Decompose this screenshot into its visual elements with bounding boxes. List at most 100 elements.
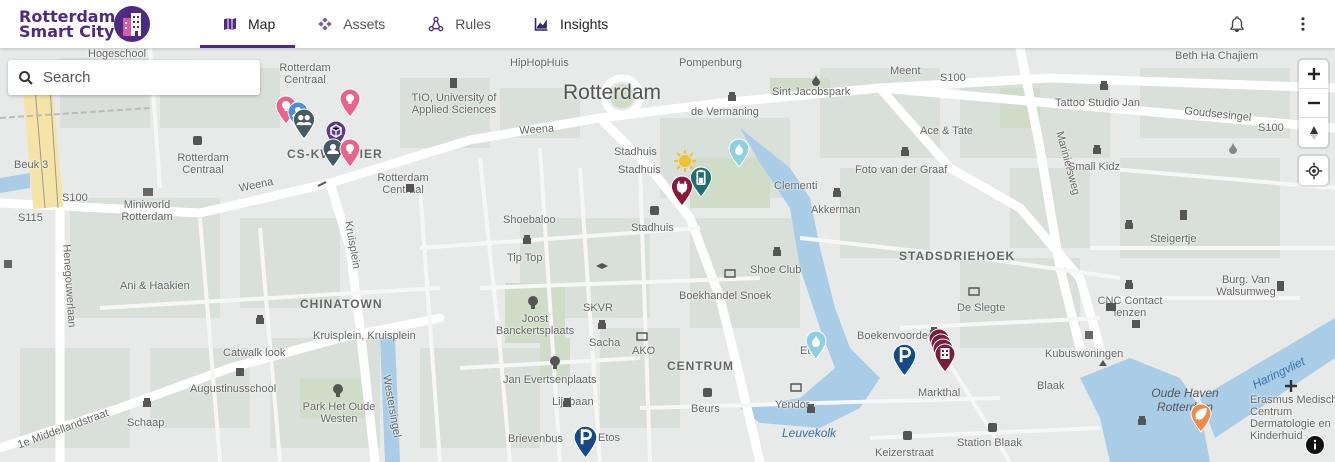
- place-small-kidz: Small Kidz: [1068, 161, 1120, 173]
- place-stadhuis-2: Stadhuis: [618, 164, 661, 176]
- tab-map[interactable]: Map: [200, 0, 296, 48]
- place-boekhandel-snoek: Boekhandel Snoek: [679, 290, 772, 302]
- top-app-bar: Rotterdam Smart City Map Assets Rules In…: [0, 0, 1335, 48]
- info-icon[interactable]: [1305, 435, 1325, 455]
- place-tip-top: Tip Top: [507, 252, 543, 264]
- tab-rules-label: Rules: [455, 16, 492, 32]
- place-stadhuis-3: Stadhuis: [631, 222, 674, 234]
- place-rotterdam-centraal-3: Rotterdam Centraal: [377, 172, 429, 196]
- place-hogeschool: Hogeschool: [88, 48, 147, 60]
- marker-building-icon[interactable]: [926, 329, 956, 375]
- tab-insights-label: Insights: [560, 16, 609, 32]
- place-clementi: Clementi: [774, 180, 818, 192]
- place-foto-van-der-graaf: Foto van der Graaf: [855, 164, 948, 176]
- search-icon: [19, 70, 33, 85]
- place-kruisplein-kruisplein: Kruisplein, Kruisplein: [313, 330, 416, 342]
- place-markthal: Markthal: [918, 387, 961, 399]
- place-oude-haven-rotterdam: Oude Haven Rotterdam: [1151, 386, 1219, 414]
- route-s100-3: S100: [1258, 122, 1284, 134]
- district-stadsdriehoek: STADSDRIEHOEK: [899, 249, 1016, 263]
- place-miniworld-rotterdam: Miniworld Rotterdam: [121, 199, 173, 223]
- search-input[interactable]: [43, 69, 243, 86]
- place-sint-jacobspark: Sint Jacobspark: [772, 86, 851, 98]
- place-stadhuis-1: Stadhuis: [614, 146, 657, 158]
- place-yendor: Yendor: [775, 399, 810, 411]
- place-jan-evertsenplaats: Jan Evertsenplaats: [503, 374, 597, 386]
- compass-icon[interactable]: [1299, 118, 1328, 147]
- place-akkerman: Akkerman: [811, 204, 861, 216]
- logo-text: Rotterdam Smart City: [19, 9, 115, 41]
- place-pompenburg: Pompenburg: [679, 57, 742, 69]
- app-root: Rotterdam Smart City Map Assets Rules In…: [0, 0, 1335, 462]
- place-skvr: SKVR: [583, 302, 613, 314]
- marker-water-drop-icon[interactable]: [728, 138, 750, 168]
- place-rotterdam-centraal-1: Rotterdam Centraal: [279, 62, 331, 86]
- search-box: [8, 60, 260, 95]
- place-kubuswoningen: Kubuswoningen: [1045, 348, 1124, 360]
- logo-line-2: Smart City: [19, 22, 115, 41]
- header-actions: [1225, 12, 1315, 36]
- tab-assets-label: Assets: [343, 16, 386, 32]
- marker-group-icon[interactable]: [292, 108, 316, 140]
- map-base-layer: [0, 48, 1335, 462]
- place-tio-university: TIO, University of Applied Sciences: [411, 92, 497, 116]
- place-boekenvoordeel: Boekenvoordeel: [857, 330, 937, 342]
- place-catwalk-look: Catwalk look: [223, 347, 286, 359]
- place-de-slegte: De Slegte: [957, 302, 1006, 314]
- marker-lightbulb-icon[interactable]: [339, 138, 361, 168]
- marker-battery-icon[interactable]: [689, 166, 713, 198]
- app-logo[interactable]: Rotterdam Smart City: [19, 6, 159, 44]
- place-beth-ha-chajiem: Beth Ha Chajiem: [1175, 50, 1259, 62]
- place-lijnbaan: Lijnbaan: [552, 396, 594, 408]
- map-canvas[interactable]: Rotterdam CS-KWARTIER CHINATOWN CENTRUM …: [0, 48, 1335, 462]
- tab-map-label: Map: [248, 16, 276, 32]
- place-shoebaloo: Shoebaloo: [503, 214, 556, 226]
- marker-lightbulb-icon[interactable]: [339, 88, 361, 118]
- route-s100-2: S100: [940, 72, 966, 84]
- tab-assets[interactable]: Assets: [295, 0, 405, 48]
- place-cnc-contact-lenzen: CNC Contact lenzen: [1097, 295, 1163, 319]
- zoom-out-icon[interactable]: [1299, 89, 1328, 118]
- place-ani-haakien: Ani & Haakien: [120, 280, 190, 292]
- route-s115: S115: [18, 212, 43, 224]
- tab-insights[interactable]: Insights: [511, 0, 628, 48]
- marker-parking-icon[interactable]: [892, 343, 917, 377]
- place-augustinusschool: Augustinusschool: [190, 383, 277, 395]
- map-icon: [224, 18, 236, 30]
- place-ace-tate: Ace & Tate: [920, 125, 973, 137]
- place-meent: Meent: [890, 65, 921, 77]
- place-blaak: Blaak: [1037, 380, 1065, 392]
- place-brievenbus: Brievenbus: [508, 433, 564, 445]
- place-de-vermaning: de Vermaning: [691, 106, 759, 118]
- district-centrum: CENTRUM: [667, 359, 734, 373]
- main-nav: Map Assets Rules Insights: [200, 0, 628, 48]
- route-s100-1: S100: [62, 192, 88, 204]
- place-tattoo-studio-jan: Tattoo Studio Jan: [1055, 97, 1141, 109]
- insights-icon: [534, 18, 548, 31]
- district-chinatown: CHINATOWN: [300, 297, 383, 311]
- zoom-in-icon[interactable]: [1299, 60, 1328, 89]
- zoom-controls: [1299, 60, 1328, 147]
- place-beurs: Beurs: [691, 403, 720, 415]
- place-burg-van-walsumweg: Burg. Van Walsumweg: [1216, 274, 1276, 298]
- marker-leaf-icon[interactable]: [1190, 402, 1212, 434]
- street-weena-2: Weena: [519, 122, 555, 137]
- place-etos-2: Etos: [598, 432, 621, 444]
- place-keizerstraat: Keizerstraat: [875, 447, 934, 459]
- place-schaap: Schaap: [127, 417, 165, 429]
- place-rotterdam-centraal-2: Rotterdam Centraal: [177, 152, 229, 176]
- place-steigertje: Steigertje: [1150, 233, 1197, 245]
- assets-icon: [318, 17, 332, 31]
- tab-rules[interactable]: Rules: [405, 0, 511, 48]
- marker-parking-icon[interactable]: [573, 425, 598, 459]
- bell-icon[interactable]: [1225, 12, 1249, 36]
- place-hiphophuis: HipHopHuis: [510, 57, 569, 69]
- place-beuk-3: Beuk 3: [14, 159, 49, 171]
- more-vert-icon[interactable]: [1291, 12, 1315, 36]
- locate-icon[interactable]: [1299, 156, 1328, 185]
- marker-water-drop-icon[interactable]: [805, 330, 827, 360]
- city-label: Rotterdam: [563, 81, 662, 104]
- place-shoe-club: Shoe Club: [750, 264, 802, 276]
- city-building-logo-icon: [114, 6, 150, 42]
- water-leuvekolk: Leuvekolk: [782, 426, 837, 440]
